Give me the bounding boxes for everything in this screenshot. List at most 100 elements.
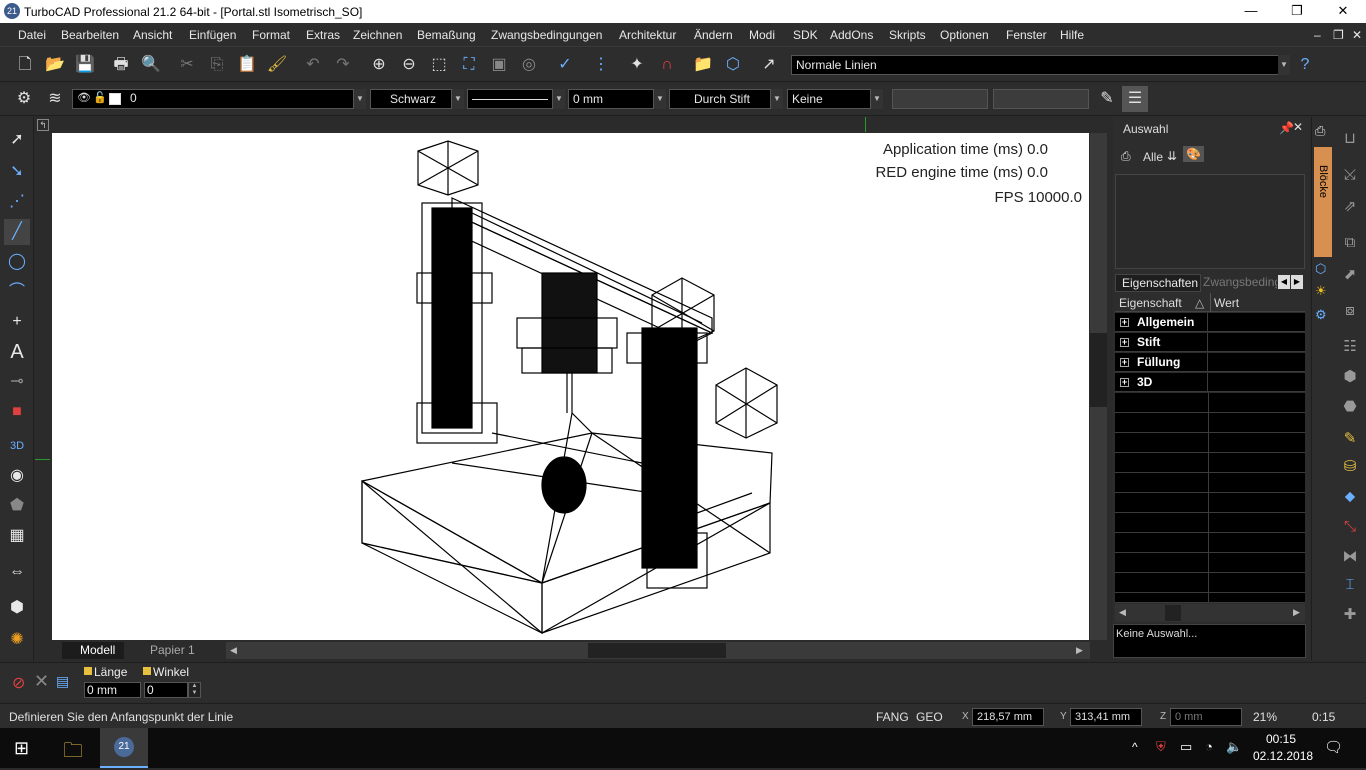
menu-extras[interactable]: Extras — [306, 28, 340, 42]
volume-icon[interactable]: 🔈 — [1226, 739, 1242, 755]
chevron-down-icon[interactable]: ▼ — [771, 89, 783, 109]
pen-color-combo[interactable]: Schwarz — [370, 89, 452, 109]
redo-icon[interactable]: ↷ — [330, 52, 356, 78]
close-icon[interactable]: ✕ — [1293, 120, 1303, 134]
tab-bloecke[interactable]: Blöcke — [1314, 147, 1332, 257]
chevron-down-icon[interactable]: ▼ — [1278, 55, 1290, 75]
open-folder-icon[interactable]: 📂 — [42, 52, 68, 78]
pattern-icon[interactable]: ▦ — [4, 523, 30, 549]
length-input[interactable]: 0 mm — [84, 682, 141, 698]
menu-hilfe[interactable]: Hilfe — [1060, 28, 1084, 42]
taskbar-date[interactable]: 02.12.2018 — [1253, 749, 1313, 763]
layers-icon[interactable]: 🎨 — [1183, 146, 1204, 162]
panel-tab-icon[interactable]: ⎙ — [1315, 123, 1325, 139]
3d-cube-icon[interactable]: ⬡ — [720, 52, 746, 78]
menu-einfuegen[interactable]: Einfügen — [189, 28, 236, 42]
boolean-tool-icon[interactable]: ⧓ — [1338, 545, 1362, 569]
add-tool-icon[interactable]: ✚ — [1338, 603, 1362, 627]
layer-stack-icon[interactable]: ☰ — [1122, 86, 1148, 112]
edit-tool-icon[interactable]: ➘ — [4, 159, 30, 185]
expand-icon[interactable]: + — [1120, 378, 1129, 387]
selection-list[interactable] — [1115, 174, 1305, 269]
chevron-down-icon[interactable]: ▼ — [871, 89, 883, 109]
solid-tool-icon[interactable]: ⬢ — [1338, 365, 1362, 389]
properties-icon[interactable]: ⎙ — [1121, 149, 1131, 164]
trim-tool-icon[interactable]: ⤩ — [1338, 163, 1362, 187]
drawing-canvas[interactable]: Application time (ms) 0.0 RED engine tim… — [52, 133, 1089, 640]
zoom-page-icon[interactable]: ▣ — [486, 52, 512, 78]
zoom-extents-icon[interactable]: ⛶ — [456, 52, 482, 78]
chevron-down-icon[interactable]: ▼ — [654, 89, 666, 109]
snap-toggle[interactable]: FANG — [876, 708, 909, 726]
close-icon[interactable]: ✕ — [34, 671, 49, 692]
scroll-right-icon[interactable]: ▶ — [1293, 607, 1300, 618]
expand-icon[interactable]: + — [1120, 318, 1129, 327]
z-coordinate[interactable]: 0 mm — [1170, 708, 1242, 726]
filter-icon[interactable]: ⇊ — [1167, 149, 1177, 163]
select-arrow-icon[interactable]: ➚ — [4, 127, 30, 153]
prop-group-allgemein[interactable]: + Allgemein — [1115, 313, 1305, 332]
save-icon[interactable]: 💾 — [72, 52, 98, 78]
magnet-icon[interactable]: ∩ — [654, 52, 680, 78]
col-eigenschaft[interactable]: Eigenschaft — [1119, 296, 1182, 310]
scroll-left-icon[interactable]: ◀ — [230, 645, 237, 656]
menu-fenster[interactable]: Fenster — [1006, 28, 1047, 42]
x-coordinate[interactable]: 218,57 mm — [972, 708, 1044, 726]
zoom-window-icon[interactable]: ⬚ — [426, 52, 452, 78]
format-painter-icon[interactable]: 🖌 — [264, 52, 290, 78]
modify-tool-icon[interactable]: ⇔ — [4, 559, 30, 585]
vertical-scroll-thumb[interactable] — [1090, 333, 1107, 407]
menu-zwangsbedingungen[interactable]: Zwangsbedingungen — [491, 28, 602, 42]
design-director-icon[interactable]: 📁 — [690, 52, 716, 78]
table-tool-icon[interactable]: ☷ — [1338, 335, 1362, 359]
line-width-combo[interactable]: 0 mm — [568, 89, 654, 109]
prop-group-stift[interactable]: + Stift — [1115, 333, 1305, 352]
expand-icon[interactable]: + — [1120, 358, 1129, 367]
vertical-scrollbar[interactable] — [1090, 133, 1107, 640]
zoom-out-icon[interactable]: ⊖ — [396, 52, 422, 78]
geo-toggle[interactable]: GEO — [916, 708, 943, 726]
menu-zeichnen[interactable]: Zeichnen — [353, 28, 402, 42]
print-preview-icon[interactable]: 🔍 — [138, 52, 164, 78]
network-tab-icon[interactable]: ⚙ — [1315, 307, 1327, 323]
notification-icon[interactable]: 🗨 — [1324, 738, 1343, 756]
bracket-tool-icon[interactable]: ⊔ — [1338, 127, 1362, 151]
tab-scroll-right-icon[interactable]: ▶ — [1291, 275, 1303, 289]
target-icon[interactable]: ◉ — [4, 463, 30, 489]
tab-scroll-left-icon[interactable]: ◀ — [1278, 275, 1290, 289]
line-style-combo[interactable]: Normale Linien — [791, 55, 1279, 75]
render-icon[interactable]: ✺ — [4, 627, 30, 653]
menu-optionen[interactable]: Optionen — [940, 28, 989, 42]
cube-tab-icon[interactable]: ⬡ — [1315, 261, 1326, 277]
undo-icon[interactable]: ↶ — [300, 52, 326, 78]
fill-combo[interactable]: Durch Stift — [669, 89, 771, 109]
lock-icon[interactable] — [143, 667, 151, 675]
copy-tool-icon[interactable]: ⧉ — [1338, 231, 1362, 255]
arc-tool-icon[interactable]: ⌒ — [4, 279, 30, 305]
horizontal-scrollbar[interactable]: ◀ ▶ — [226, 642, 1090, 659]
col-wert[interactable]: Wert — [1214, 296, 1239, 310]
scroll-left-icon[interactable]: ◀ — [1119, 607, 1126, 618]
tab-modell[interactable]: Modell — [62, 642, 124, 659]
redraw-icon[interactable]: ◎ — [516, 52, 542, 78]
prop-group-3d[interactable]: +3D — [1115, 373, 1305, 392]
menu-ansicht[interactable]: Ansicht — [133, 28, 172, 42]
calculator-icon[interactable]: ▤ — [56, 673, 69, 690]
select-all-label[interactable]: Alle — [1143, 150, 1163, 164]
chevron-down-icon[interactable]: ▼ — [452, 89, 464, 109]
tab-zwangsbedingungen[interactable]: Zwangsbeding — [1201, 274, 1277, 292]
eraser-icon[interactable]: ⬟ — [4, 493, 30, 519]
expand-icon[interactable]: + — [1120, 338, 1129, 347]
snap-tool-icon[interactable]: ✦ — [624, 52, 650, 78]
chevron-up-icon[interactable]: ^ — [1132, 740, 1138, 754]
layer-combo[interactable]: 👁 🔓 0 — [72, 89, 354, 109]
help-icon[interactable]: ? — [1292, 52, 1318, 78]
tab-eigenschaften[interactable]: Eigenschaften — [1115, 274, 1201, 292]
line-type-combo[interactable] — [467, 89, 553, 109]
cut-icon[interactable]: ✂ — [174, 52, 200, 78]
screw-tool-icon[interactable]: ⌶ — [1338, 573, 1362, 597]
layer-icon[interactable]: ≋ — [42, 86, 68, 112]
menu-sdk[interactable]: SDK — [793, 28, 818, 42]
angle-spinner[interactable]: ▲ ▼ — [188, 682, 201, 698]
chevron-down-icon[interactable]: ▼ — [553, 89, 565, 109]
